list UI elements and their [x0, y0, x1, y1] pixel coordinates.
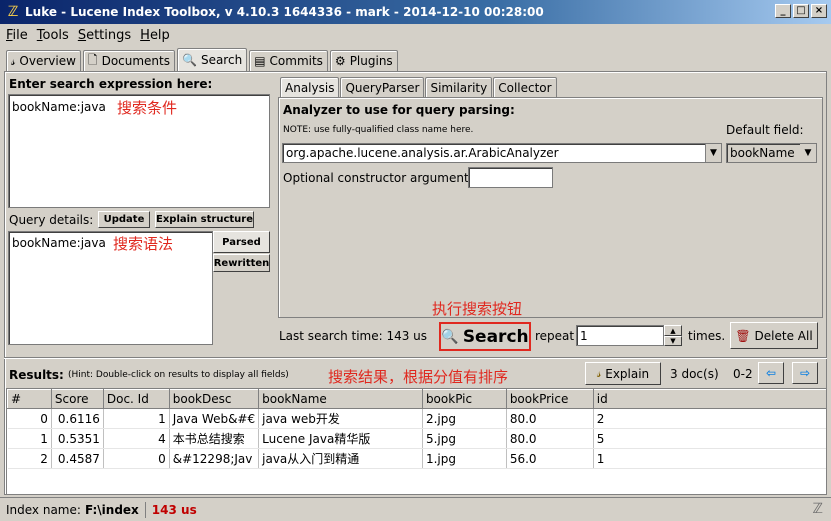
commits-icon: ▤ [254, 54, 266, 68]
tab-rewritten[interactable]: Rewritten [213, 254, 270, 272]
tab-collector[interactable]: Collector [493, 77, 557, 97]
column-header[interactable]: Doc. Id [102, 389, 170, 409]
parsed-text: bookName:java [12, 236, 106, 250]
expression-text: bookName:java [12, 100, 106, 114]
search-expression-input[interactable]: bookName:java 搜索条件 [8, 94, 270, 208]
expression-label: Enter search expression here: [9, 77, 213, 91]
default-field-select[interactable]: bookName ▼ [726, 143, 817, 163]
results-table: # Score Doc. Id bookDesc bookName bookPi… [7, 389, 826, 469]
tab-queryparser[interactable]: QueryParser [340, 77, 425, 97]
explain-button[interactable]: 𝓈 Explain [585, 362, 661, 385]
search-icon: 🔍 [441, 328, 459, 345]
expression-annotation: 搜索条件 [117, 99, 178, 117]
tab-overview[interactable]: 𝓈 Overview [6, 50, 81, 71]
update-button[interactable]: Update [98, 211, 150, 228]
query-details-label: Query details: [9, 213, 94, 227]
trash-icon: 🗑 [735, 328, 751, 343]
title-bar: ℤ Luke - Lucene Index Toolbox, v 4.10.3 … [0, 0, 831, 24]
explain-icon: 𝓈 [596, 366, 602, 380]
spinner-up-button[interactable]: ▲ [664, 325, 682, 336]
tab-plugins[interactable]: ⚙ Plugins [329, 50, 398, 71]
spinner-down-button[interactable]: ▼ [664, 336, 682, 346]
window-title: Luke - Lucene Index Toolbox, v 4.10.3 16… [25, 5, 544, 19]
menu-help[interactable]: Help [140, 28, 170, 43]
column-header[interactable]: bookPic [421, 389, 507, 409]
tab-parsed[interactable]: Parsed [213, 231, 270, 253]
close-button[interactable]: × [811, 4, 827, 18]
analyzer-note: NOTE: use fully-qualified class name her… [283, 125, 474, 135]
constructor-input[interactable] [468, 167, 553, 188]
results-label: Results: [9, 368, 64, 382]
search-annotation: 执行搜索按钮 [432, 300, 523, 318]
chevron-down-icon[interactable]: ▼ [800, 144, 816, 162]
tab-documents[interactable]: 🗋 Documents [82, 50, 175, 71]
explain-structure-button[interactable]: Explain structure [155, 211, 254, 228]
luke-status-icon: ℤ [812, 501, 823, 517]
prev-page-button[interactable]: ⇦ [758, 362, 784, 384]
search-button[interactable]: 🔍 Search [439, 322, 531, 351]
analyzer-select-value: org.apache.lucene.analysis.ar.ArabicAnal… [286, 146, 559, 160]
documents-icon: 🗋 [87, 52, 98, 67]
analyzer-select[interactable]: org.apache.lucene.analysis.ar.ArabicAnal… [282, 143, 722, 163]
results-annotation: 搜索结果，根据分值有排序 [328, 368, 509, 386]
tab-analysis[interactable]: Analysis [280, 77, 340, 97]
result-range: 0-2 [733, 367, 753, 381]
next-page-button[interactable]: ⇨ [792, 362, 818, 384]
tab-commits[interactable]: ▤ Commits [249, 50, 328, 71]
default-field-label: Default field: [726, 123, 804, 137]
table-row[interactable]: 0 0.6116 1 Java Web&#€ java web开发 2.jpg … [7, 408, 826, 429]
results-header-row: # Score Doc. Id bookDesc bookName bookPi… [7, 389, 826, 409]
chevron-down-icon[interactable]: ▼ [705, 144, 721, 162]
times-label: times. [688, 329, 726, 343]
status-divider [144, 501, 146, 518]
analysis-tabs: Analysis QueryParser Similarity Collecto… [280, 77, 557, 97]
analyzer-heading: Analyzer to use for query parsing: [283, 103, 515, 117]
last-search-time: Last search time: 143 us [279, 329, 428, 343]
status-time: 143 us [151, 502, 197, 517]
overview-icon: 𝓈 [11, 53, 16, 68]
menu-settings[interactable]: Settings [78, 28, 131, 43]
results-table-container: # Score Doc. Id bookDesc bookName bookPi… [6, 388, 827, 495]
index-name-value: F:\index [84, 502, 139, 517]
luke-app-icon: ℤ [7, 4, 19, 20]
tab-similarity[interactable]: Similarity [425, 77, 493, 97]
repeat-value: 1 [580, 329, 588, 343]
parsed-annotation: 搜索语法 [113, 235, 174, 253]
delete-all-button[interactable]: 🗑 Delete All [730, 322, 818, 349]
menu-bar: File Tools Settings Help [0, 24, 831, 46]
column-header[interactable]: bookPrice [505, 389, 594, 409]
parsed-query-view: bookName:java 搜索语法 [8, 231, 213, 345]
repeat-spinner[interactable]: 1 [576, 325, 664, 346]
column-header[interactable]: bookName [258, 389, 423, 409]
default-field-value: bookName [730, 146, 795, 160]
plugins-icon: ⚙ [334, 54, 346, 68]
table-row[interactable]: 1 0.5351 4 本书总结搜索 Lucene Java精华版 5.jpg 8… [7, 428, 826, 449]
tab-search[interactable]: 🔍 Search [177, 48, 248, 71]
minimize-button[interactable]: _ [775, 4, 791, 18]
doc-count: 3 doc(s) [670, 367, 719, 381]
repeat-label: repeat [535, 329, 575, 343]
index-name-label: Index name: [6, 502, 81, 517]
results-divider [4, 357, 827, 359]
status-bar: Index name: F:\index 143 us ℤ [0, 497, 831, 521]
column-header[interactable]: id [592, 389, 826, 409]
menu-file[interactable]: File [6, 28, 28, 43]
maximize-button[interactable]: □ [793, 4, 809, 18]
arrow-left-icon: ⇦ [765, 366, 777, 380]
constructor-label: Optional constructor argument: [283, 171, 473, 185]
results-hint: (Hint: Double-click on results to displa… [68, 370, 289, 380]
column-header[interactable]: # [7, 389, 52, 409]
search-icon: 🔍 [182, 53, 197, 67]
column-header[interactable]: Score [50, 389, 104, 409]
table-row[interactable]: 2 0.4587 0 &#12298;Jav java从入门到精通 1.jpg … [7, 448, 826, 469]
column-header[interactable]: bookDesc [168, 389, 260, 409]
main-tabs: 𝓈 Overview 🗋 Documents 🔍 Search ▤ Commits ⚙ P… [6, 48, 398, 71]
arrow-right-icon: ⇨ [799, 366, 811, 380]
menu-tools[interactable]: Tools [37, 28, 69, 43]
